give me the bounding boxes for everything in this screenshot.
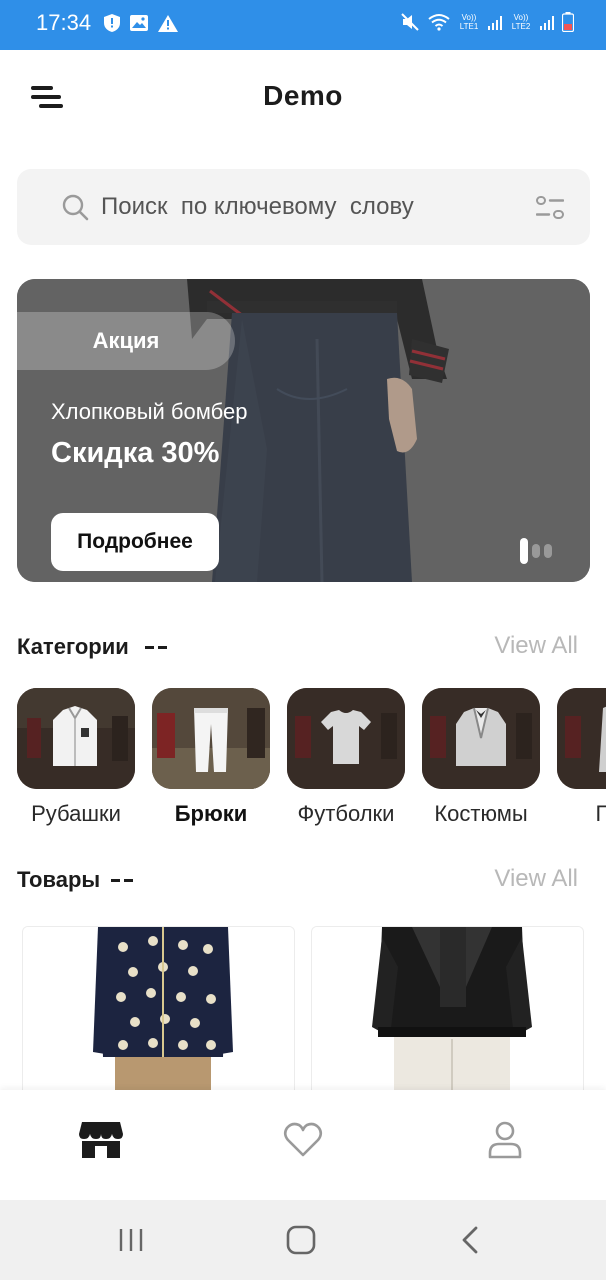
coat-icon — [557, 688, 606, 789]
category-item-suits[interactable]: Костюмы — [422, 688, 540, 827]
products-title: Товары — [17, 867, 101, 892]
products-view-all-link[interactable]: View All — [494, 865, 578, 893]
category-item-shirts[interactable]: Рубашки — [17, 688, 135, 827]
carousel-dot[interactable] — [544, 544, 552, 558]
bottom-navigation — [0, 1090, 606, 1200]
search-bar — [17, 169, 590, 245]
filter-icon[interactable] — [536, 195, 564, 221]
category-list: Рубашки Брюки Футболки Костюмы П — [17, 688, 606, 838]
back-button[interactable] — [450, 1220, 490, 1260]
shield-icon — [104, 14, 120, 32]
category-thumb — [152, 688, 270, 789]
nav-item-store[interactable] — [71, 1110, 131, 1170]
section-dash — [158, 646, 167, 649]
category-thumb — [17, 688, 135, 789]
carousel-dot[interactable] — [532, 544, 540, 558]
promo-title: Скидка 30% — [51, 437, 220, 469]
status-left-icons — [104, 14, 178, 32]
category-label: Костюмы — [434, 801, 528, 826]
categories-view-all-link[interactable]: View All — [494, 632, 578, 660]
recent-apps-icon — [119, 1229, 143, 1251]
mute-icon — [401, 13, 419, 31]
system-navigation — [0, 1200, 606, 1280]
section-dash — [145, 646, 154, 649]
status-bar: 17:34 Vo)) LTE1 Vo)) LTE2 — [0, 0, 606, 50]
category-label: Рубашки — [31, 801, 121, 826]
battery-icon — [562, 12, 574, 32]
category-label: Футболки — [297, 801, 395, 826]
store-icon — [79, 1122, 123, 1158]
nav-item-profile[interactable] — [475, 1110, 535, 1170]
search-icon[interactable] — [61, 193, 89, 221]
page-title: Demo — [263, 80, 343, 111]
nav-item-favorites[interactable] — [273, 1110, 333, 1170]
section-dash — [111, 879, 120, 882]
sim1-label: Vo)) LTE1 — [459, 13, 479, 31]
promo-tag: Акция — [17, 312, 235, 370]
suit-icon — [422, 688, 540, 789]
warning-icon — [158, 14, 178, 32]
home-icon — [286, 1225, 316, 1255]
product-image — [23, 927, 294, 1096]
signal-icon — [540, 14, 554, 30]
categories-header: Категории View All — [17, 628, 590, 668]
category-label: Брюки — [174, 801, 248, 826]
product-card[interactable] — [22, 926, 295, 1096]
shirt-icon — [17, 688, 135, 789]
product-card[interactable] — [311, 926, 584, 1096]
image-icon — [130, 15, 148, 31]
category-thumb — [287, 688, 405, 789]
category-item-coats[interactable]: Пал — [557, 688, 606, 827]
categories-title: Категории — [17, 634, 129, 659]
wifi-icon — [428, 14, 450, 31]
promo-banner[interactable]: Акция Хлопковый бомбер Скидка 30% Подроб… — [17, 279, 590, 582]
details-button[interactable]: Подробнее — [51, 513, 219, 571]
carousel-dot[interactable] — [520, 538, 528, 564]
signal-icon — [488, 14, 502, 30]
category-item-tshirts[interactable]: Футболки — [287, 688, 405, 827]
home-button[interactable] — [281, 1220, 321, 1260]
status-right-icons: Vo)) LTE1 Vo)) LTE2 — [400, 12, 574, 32]
category-thumb — [557, 688, 606, 789]
back-icon — [462, 1226, 478, 1254]
status-time: 17:34 — [36, 10, 92, 35]
products-header: Товары View All — [17, 861, 590, 901]
recent-apps-button[interactable] — [111, 1220, 151, 1260]
category-item-trousers[interactable]: Брюки — [152, 688, 270, 827]
sim2-label: Vo)) LTE2 — [511, 13, 531, 31]
heart-icon — [283, 1122, 323, 1157]
promo-subtitle: Хлопковый бомбер — [51, 399, 248, 424]
search-input[interactable] — [101, 187, 501, 227]
product-image — [312, 927, 583, 1096]
profile-icon — [488, 1121, 522, 1159]
section-dash — [124, 879, 133, 882]
category-thumb — [422, 688, 540, 789]
app-header: Demo — [0, 50, 606, 146]
trousers-icon — [152, 688, 270, 789]
carousel-indicator — [520, 538, 552, 564]
tshirt-icon — [287, 688, 405, 789]
category-label: Пал — [595, 801, 606, 826]
